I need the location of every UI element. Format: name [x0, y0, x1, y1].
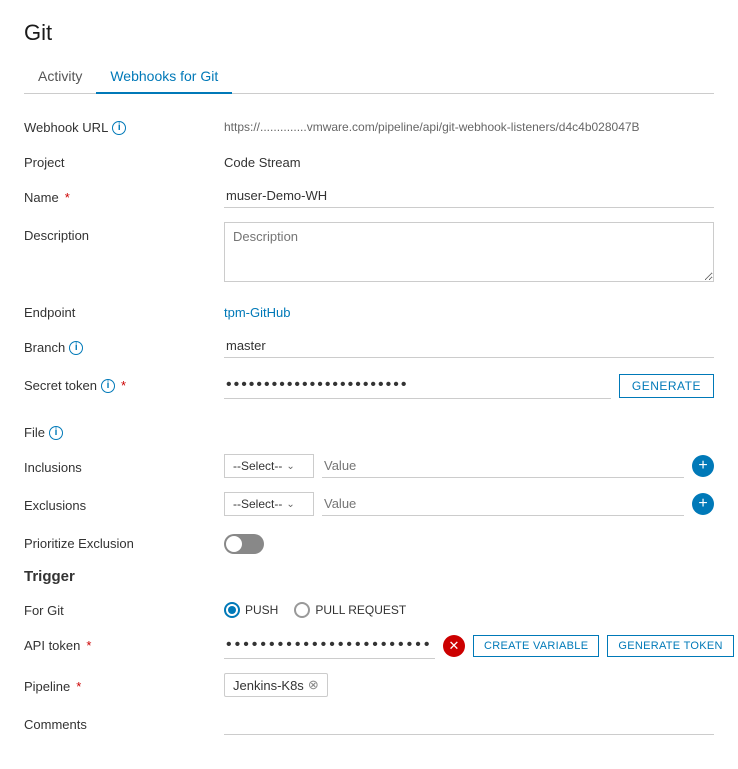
name-row: Name *	[24, 184, 714, 208]
name-required: *	[65, 190, 70, 205]
webhook-url-value: https://..............vmware.com/pipelin…	[224, 114, 714, 134]
prioritize-label: Prioritize Exclusion	[24, 530, 224, 551]
exclusions-chevron-icon: ⌄	[286, 499, 294, 510]
branch-info-icon[interactable]: i	[69, 341, 83, 355]
push-radio[interactable]: PUSH	[224, 602, 278, 618]
prioritize-control	[224, 530, 714, 554]
api-token-control: ✕ CREATE VARIABLE GENERATE TOKEN	[224, 632, 734, 659]
name-input[interactable]	[224, 184, 714, 208]
file-section-label: File i	[24, 413, 224, 440]
inclusions-chevron-icon: ⌄	[286, 461, 294, 472]
api-token-label: API token *	[24, 632, 224, 653]
secret-token-required: *	[121, 378, 126, 393]
endpoint-label: Endpoint	[24, 299, 224, 320]
name-label: Name *	[24, 184, 224, 205]
exclusions-add-button[interactable]: +	[692, 493, 714, 515]
secret-token-row: Secret token i * GENERATE	[24, 372, 714, 399]
secret-token-input-container: GENERATE	[224, 372, 714, 399]
description-row: Description	[24, 222, 714, 285]
tab-activity[interactable]: Activity	[24, 60, 96, 94]
description-input-container	[224, 222, 714, 285]
secret-token-input[interactable]	[224, 372, 611, 399]
file-section-row: File i	[24, 413, 714, 440]
inclusions-value-input[interactable]	[322, 454, 684, 478]
description-input[interactable]	[224, 222, 714, 282]
inclusions-control: --Select-- ⌄ +	[224, 454, 714, 478]
page-title: Git	[24, 20, 714, 46]
exclusions-select[interactable]: --Select-- ⌄	[224, 492, 314, 516]
generate-token-button[interactable]: GENERATE TOKEN	[607, 635, 733, 657]
pipeline-label: Pipeline *	[24, 673, 224, 694]
pipeline-required: *	[76, 679, 81, 694]
secret-token-info-icon[interactable]: i	[101, 379, 115, 393]
api-token-input[interactable]	[224, 632, 435, 659]
for-git-control: PUSH PULL REQUEST	[224, 597, 714, 618]
project-row: Project Code Stream	[24, 149, 714, 170]
pipeline-remove-icon[interactable]: ⊗	[308, 677, 319, 693]
toggle-knob	[226, 536, 242, 552]
for-git-row: For Git PUSH PULL REQUEST	[24, 597, 714, 618]
branch-row: Branch i	[24, 334, 714, 358]
pipeline-row: Pipeline * Jenkins-K8s ⊗	[24, 673, 714, 697]
trigger-section-title: Trigger	[24, 568, 714, 585]
inclusions-row: Inclusions --Select-- ⌄ +	[24, 454, 714, 478]
exclusions-control: --Select-- ⌄ +	[224, 492, 714, 516]
webhook-url-row: Webhook URL i https://..............vmwa…	[24, 114, 714, 135]
branch-label: Branch i	[24, 334, 224, 355]
branch-input[interactable]	[224, 334, 714, 358]
endpoint-value: tpm-GitHub	[224, 299, 714, 320]
for-git-label: For Git	[24, 597, 224, 618]
branch-input-container	[224, 334, 714, 358]
exclusions-label: Exclusions	[24, 492, 224, 513]
file-info-icon[interactable]: i	[49, 426, 63, 440]
tab-webhooks[interactable]: Webhooks for Git	[96, 60, 232, 94]
generate-secret-button[interactable]: GENERATE	[619, 374, 714, 398]
comments-label: Comments	[24, 711, 224, 732]
create-variable-button[interactable]: CREATE VARIABLE	[473, 635, 599, 657]
exclusions-value-input[interactable]	[322, 492, 684, 516]
tabs-container: Activity Webhooks for Git	[24, 60, 714, 94]
name-input-container	[224, 184, 714, 208]
webhook-url-info-icon[interactable]: i	[112, 121, 126, 135]
api-token-row: API token * ✕ CREATE VARIABLE GENERATE T…	[24, 632, 714, 659]
inclusions-label: Inclusions	[24, 454, 224, 475]
prioritize-toggle[interactable]	[224, 534, 264, 554]
api-token-required: *	[86, 638, 91, 653]
comments-row: Comments	[24, 711, 714, 735]
pipeline-control: Jenkins-K8s ⊗	[224, 673, 714, 697]
comments-input[interactable]	[224, 711, 714, 735]
push-radio-circle	[224, 602, 240, 618]
api-token-clear-button[interactable]: ✕	[443, 635, 465, 657]
secret-token-label: Secret token i *	[24, 372, 224, 393]
exclusions-row: Exclusions --Select-- ⌄ +	[24, 492, 714, 516]
webhook-url-label: Webhook URL i	[24, 114, 224, 135]
pipeline-tag: Jenkins-K8s ⊗	[224, 673, 328, 697]
pull-request-radio-circle	[294, 602, 310, 618]
inclusions-add-button[interactable]: +	[692, 455, 714, 477]
endpoint-row: Endpoint tpm-GitHub	[24, 299, 714, 320]
project-value: Code Stream	[224, 149, 714, 170]
project-label: Project	[24, 149, 224, 170]
prioritize-row: Prioritize Exclusion	[24, 530, 714, 554]
inclusions-select[interactable]: --Select-- ⌄	[224, 454, 314, 478]
webhooks-form: Webhook URL i https://..............vmwa…	[24, 114, 714, 735]
pull-request-radio[interactable]: PULL REQUEST	[294, 602, 406, 618]
comments-control	[224, 711, 714, 735]
description-label: Description	[24, 222, 224, 243]
